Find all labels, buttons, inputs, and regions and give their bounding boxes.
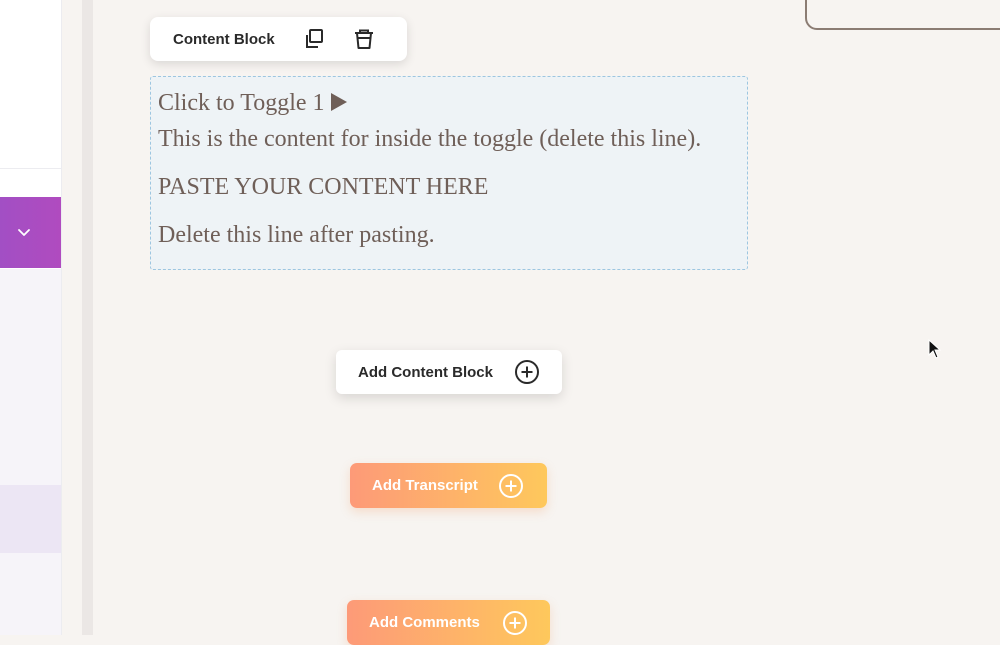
sidebar-highlighted-item[interactable] (0, 485, 61, 553)
toggle-header[interactable]: Click to Toggle 1 (158, 90, 347, 117)
add-transcript-button[interactable]: Add Transcript (350, 463, 547, 508)
plus-circle-icon (499, 474, 523, 498)
add-comments-button[interactable]: Add Comments (347, 600, 550, 645)
add-content-block-button[interactable]: Add Content Block (336, 350, 562, 394)
sidebar-divider (0, 168, 61, 169)
add-content-block-label: Add Content Block (358, 364, 493, 381)
add-transcript-label: Add Transcript (372, 477, 478, 494)
sidebar-active-item[interactable] (0, 197, 61, 268)
toggle-title: Click to Toggle 1 (158, 90, 325, 116)
content-block-toolbar: Content Block (150, 17, 407, 61)
panel-divider[interactable] (82, 0, 93, 635)
mouse-cursor-icon (928, 339, 942, 359)
toggle-line-3: Delete this line after pasting. (158, 222, 435, 248)
top-right-card[interactable] (805, 0, 1000, 30)
toggle-content-block[interactable]: Click to Toggle 1 This is the content fo… (150, 76, 748, 270)
duplicate-icon[interactable] (302, 27, 326, 51)
sidebar-lower-panel (0, 269, 61, 635)
toggle-line-2: PASTE YOUR CONTENT HERE (158, 174, 489, 200)
play-triangle-icon[interactable] (330, 93, 347, 111)
chevron-down-icon[interactable] (16, 224, 32, 240)
panel-gap (62, 0, 82, 635)
trash-icon[interactable] (352, 27, 376, 51)
toggle-line-1: This is the content for inside the toggl… (158, 126, 702, 152)
plus-circle-icon (503, 611, 527, 635)
left-sidebar (0, 0, 62, 635)
content-block-label: Content Block (173, 31, 275, 48)
plus-circle-icon (515, 360, 539, 384)
add-comments-label: Add Comments (369, 614, 480, 631)
